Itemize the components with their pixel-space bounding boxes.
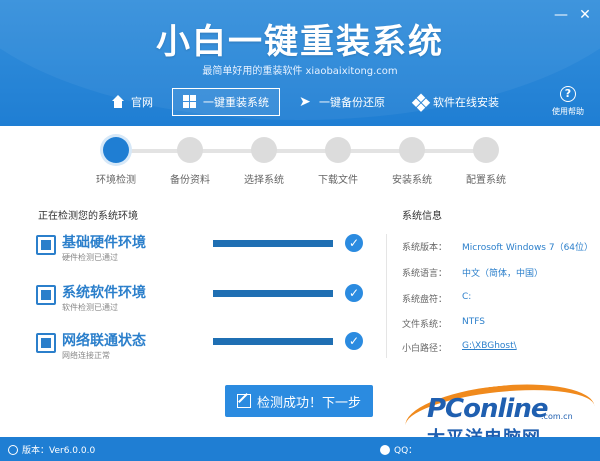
app-subtitle: 最简单好用的重装软件 xiaobaixitong.com (202, 66, 398, 77)
info-key: 小白路径： (402, 344, 448, 354)
step-label: 下载文件 (318, 175, 358, 186)
column-divider (386, 234, 387, 358)
windows-icon (183, 95, 197, 109)
edit-check-icon (236, 394, 251, 408)
check-status: 硬件检测已通过 (62, 253, 118, 262)
main-nav: 官网 一键重装系统 ➤ 一键备份还原 软件在线安装 (100, 88, 518, 118)
check-name: 基础硬件环境 (62, 235, 146, 251)
check-name: 网络联通状态 (62, 333, 146, 349)
watermark-domain: .com.cn (541, 412, 573, 421)
step-label: 选择系统 (244, 175, 284, 186)
step-3: 选择系统 (234, 137, 294, 186)
nav-home[interactable]: 官网 (100, 88, 164, 116)
check-network: 网络联通状态 网络连接正常 ✓ (36, 330, 372, 364)
check-progress-bar (213, 338, 333, 345)
info-value: NTFS (462, 317, 485, 327)
software-icon (36, 285, 56, 305)
step-dot (325, 137, 351, 163)
check-progress-bar (213, 290, 333, 297)
nav-software-label: 软件在线安装 (433, 96, 499, 109)
qq-icon (380, 444, 390, 455)
checks-title: 正在检测您的系统环境 (38, 211, 138, 222)
nav-software[interactable]: 软件在线安装 (404, 88, 510, 116)
qq-text: QQ： (394, 446, 418, 456)
bird-icon: ➤ (299, 94, 311, 110)
nav-reinstall[interactable]: 一键重装系统 (172, 88, 280, 116)
step-1: 环境检测 (86, 137, 146, 186)
grid-icon (411, 93, 431, 112)
step-label: 备份资料 (170, 175, 210, 186)
info-value: C: (462, 292, 472, 302)
check-status: 软件检测已通过 (62, 303, 118, 312)
step-6: 配置系统 (456, 137, 516, 186)
home-icon (111, 95, 125, 109)
version-text: 版本：Ver6.0.0.0 (22, 446, 96, 456)
info-value: 中文（简体，中国） (462, 269, 544, 279)
network-icon (36, 333, 56, 353)
progress-stepper: 环境检测 备份资料 选择系统 下载文件 安装系统 配置系统 (0, 126, 600, 190)
next-step-label: 检测成功！下一步 (256, 395, 361, 411)
step-5: 安装系统 (382, 137, 442, 186)
check-software: 系统软件环境 软件检测已通过 ✓ (36, 282, 372, 316)
watermark-brand: PConline (427, 394, 548, 424)
hardware-icon (36, 235, 56, 255)
footer-qq[interactable]: QQ： (380, 443, 417, 456)
nav-backup-label: 一键备份还原 (319, 96, 385, 109)
step-2: 备份资料 (160, 137, 220, 186)
step-4: 下载文件 (308, 137, 368, 186)
step-dot (399, 137, 425, 163)
app-title: 小白一键重装系统 (156, 22, 444, 62)
system-info-title: 系统信息 (402, 211, 442, 222)
step-dot (177, 137, 203, 163)
info-key: 系统盘符： (402, 295, 448, 305)
step-label: 环境检测 (96, 175, 136, 186)
info-key: 系统版本： (402, 243, 448, 253)
nav-home-label: 官网 (131, 96, 153, 109)
nav-backup[interactable]: ➤ 一键备份还原 (288, 88, 396, 116)
footer-version: 版本：Ver6.0.0.0 (8, 443, 95, 456)
step-label: 配置系统 (466, 175, 506, 186)
header: — ✕ 小白一键重装系统 最简单好用的重装软件 xiaobaixitong.co… (0, 0, 600, 126)
check-progress-bar (213, 240, 333, 247)
check-name: 系统软件环境 (62, 285, 146, 301)
check-hardware: 基础硬件环境 硬件检测已通过 ✓ (36, 232, 372, 266)
info-value: Microsoft Windows 7（64位） (462, 243, 594, 253)
check-ok-icon: ✓ (345, 332, 363, 350)
step-label: 安装系统 (392, 175, 432, 186)
help-label: 使用帮助 (552, 107, 584, 116)
footer: 版本：Ver6.0.0.0 QQ： (0, 437, 600, 461)
step-dot (473, 137, 499, 163)
check-ok-icon: ✓ (345, 284, 363, 302)
info-key: 系统语言： (402, 269, 448, 279)
help-button[interactable]: ? 使用帮助 (546, 86, 590, 117)
info-key: 文件系统： (402, 320, 448, 330)
path-link[interactable]: G:\XBGhost\ (462, 341, 517, 351)
check-status: 网络连接正常 (62, 351, 110, 360)
step-dot (251, 137, 277, 163)
help-icon: ? (560, 86, 576, 102)
version-icon (8, 444, 18, 455)
check-ok-icon: ✓ (345, 234, 363, 252)
step-dot (103, 137, 129, 163)
nav-reinstall-label: 一键重装系统 (203, 96, 269, 109)
next-step-button[interactable]: 检测成功！下一步 (225, 385, 373, 417)
